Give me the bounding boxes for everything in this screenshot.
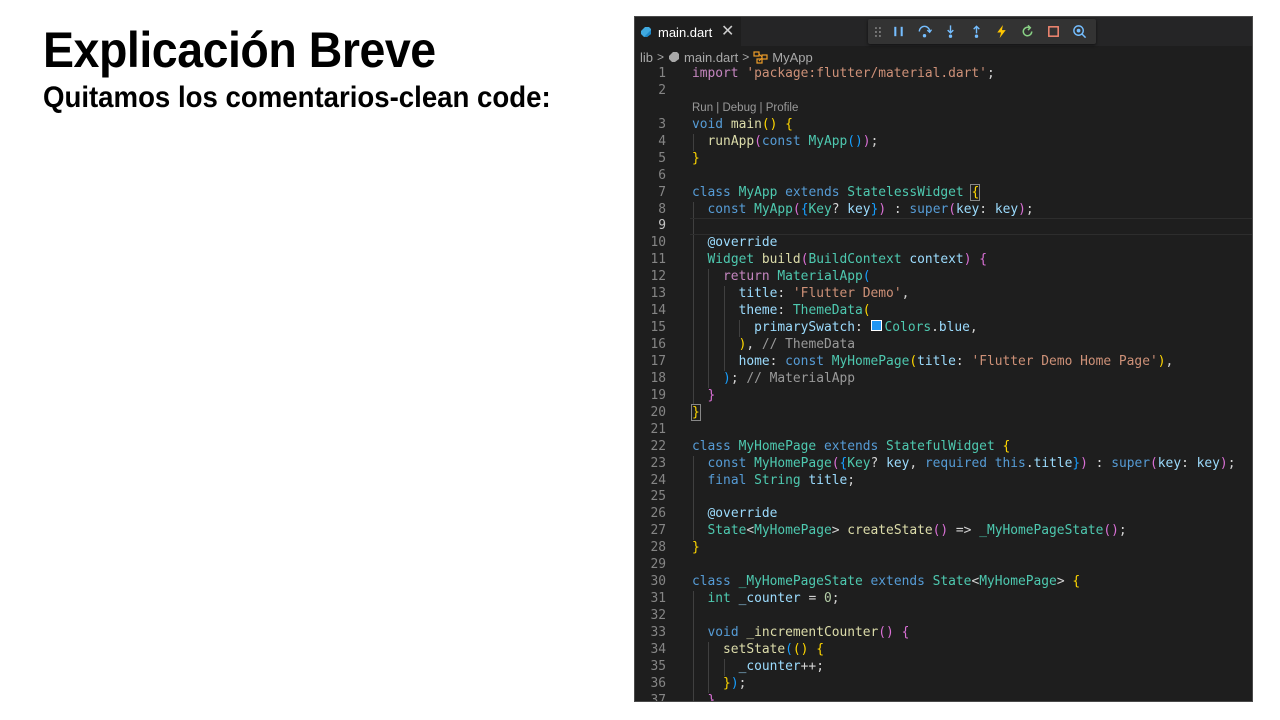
code-line-30: 30 class _MyHomePageState extends State<M… [650,574,1081,590]
breadcrumb: lib > main.dart > MyApp [635,47,1252,67]
code-line-33: 33 void _incrementCounter() { [650,624,910,642]
code-line-9: 9 [635,218,1252,236]
breadcrumb-file-label: main.dart [684,49,739,65]
class-symbol-icon [753,50,768,64]
code-line-5: 5} [658,150,700,166]
dart-file-icon [669,52,680,62]
drag-handle-icon[interactable] [874,26,882,38]
tab-bar: main.dart ✕ [635,17,1252,46]
slide-title: Explicación Breve [43,22,436,78]
debug-toolbar [868,19,1096,44]
code-line-21: 21 [650,421,666,437]
code-line-35: 35 _counter++; [650,658,824,676]
code-line-7: 7 class MyApp extends StatelessWidget { [658,183,981,201]
code-line-25: 25 [635,489,1252,507]
tab-label: main.dart [658,24,713,40]
dart-file-icon [641,27,651,37]
code-line-24: 24 final String title; [650,472,856,490]
breadcrumb-folder[interactable]: lib [640,50,653,65]
code-line-8: 8 const MyApp({Key? key}) : super(key: k… [658,201,1034,219]
code-line-6: 6 [658,167,666,183]
code-line-28: 28} [650,540,700,556]
code-line-22: 22 class MyHomePage extends StatefulWidge… [650,438,1011,454]
pause-icon[interactable] [890,23,908,41]
breadcrumb-symbol[interactable]: MyApp [753,49,813,65]
step-out-icon[interactable] [967,23,985,41]
code-line-17: 17 home: const MyHomePage(title: 'Flutte… [650,353,1174,371]
code-line-37: 37 } [635,692,1252,701]
code-line-4: 4 runApp(const MyApp()); [658,133,879,151]
slide-subtitle: Quitamos los comentarios-clean code: [43,81,551,114]
code-line-18: 18 ); // MaterialApp [650,370,855,388]
code-line-29: 29 [650,557,666,573]
restart-icon[interactable] [1019,23,1037,41]
code-line-23: 23 const MyHomePage({Key? key, required … [650,455,1236,473]
code-line-26: 26 @override [650,506,778,524]
code-line-20: 20} [650,403,701,421]
breadcrumb-file[interactable]: main.dart [668,50,738,65]
code-line-1: 1 import 'package:flutter/material.dart'; [658,66,995,81]
code-line-13: 13 title: 'Flutter Demo', [650,286,910,304]
breadcrumb-symbol-label: MyApp [772,49,813,65]
code-line-3: 3 void main() { [658,116,793,132]
step-over-icon[interactable] [916,23,934,41]
run-debug-profile-link[interactable]: Run | Debug | Profile [692,100,798,117]
code-line-16: 16 ), // ThemeData [650,337,856,354]
code-line-34: 34 setState(() { [650,641,824,659]
hot-reload-icon[interactable] [993,23,1011,41]
step-into-icon[interactable] [941,23,959,41]
close-icon[interactable]: ✕ [721,22,734,42]
chevron-right-icon: > [657,50,665,64]
code-line-10: 10 @override [650,235,778,253]
code-line-15: 15 primarySwatch: Colors.blue, [650,320,978,337]
code-editor-screenshot: main.dart ✕ lib > main.dart > MyApp 1 im… [634,16,1253,702]
code-line-14: 14 theme: ThemeData( [650,303,871,321]
devtools-icon[interactable] [1070,23,1088,41]
code-line-2: 2 [658,82,666,98]
color-swatch-icon [870,320,882,332]
code-line-11: 11 Widget build(BuildContext context) { [650,252,987,270]
code-line-32: 32 [635,608,1252,625]
code-lens: Run | Debug | Profile [635,100,1252,117]
code-line-27: 27 State<MyHomePage> createState() => _M… [650,523,1127,541]
chevron-right-icon: > [742,50,750,64]
code-line-36: 36 }); [650,675,747,693]
stop-icon[interactable] [1044,23,1062,41]
code-line-19: 19 } [650,387,716,405]
code-line-31: 31 int _counter = 0; [650,591,840,608]
tab-main-dart[interactable]: main.dart ✕ [635,17,741,46]
code-area[interactable]: 1 import 'package:flutter/material.dart';… [635,66,1252,701]
code-line-12: 12 return MaterialApp( [650,269,871,287]
